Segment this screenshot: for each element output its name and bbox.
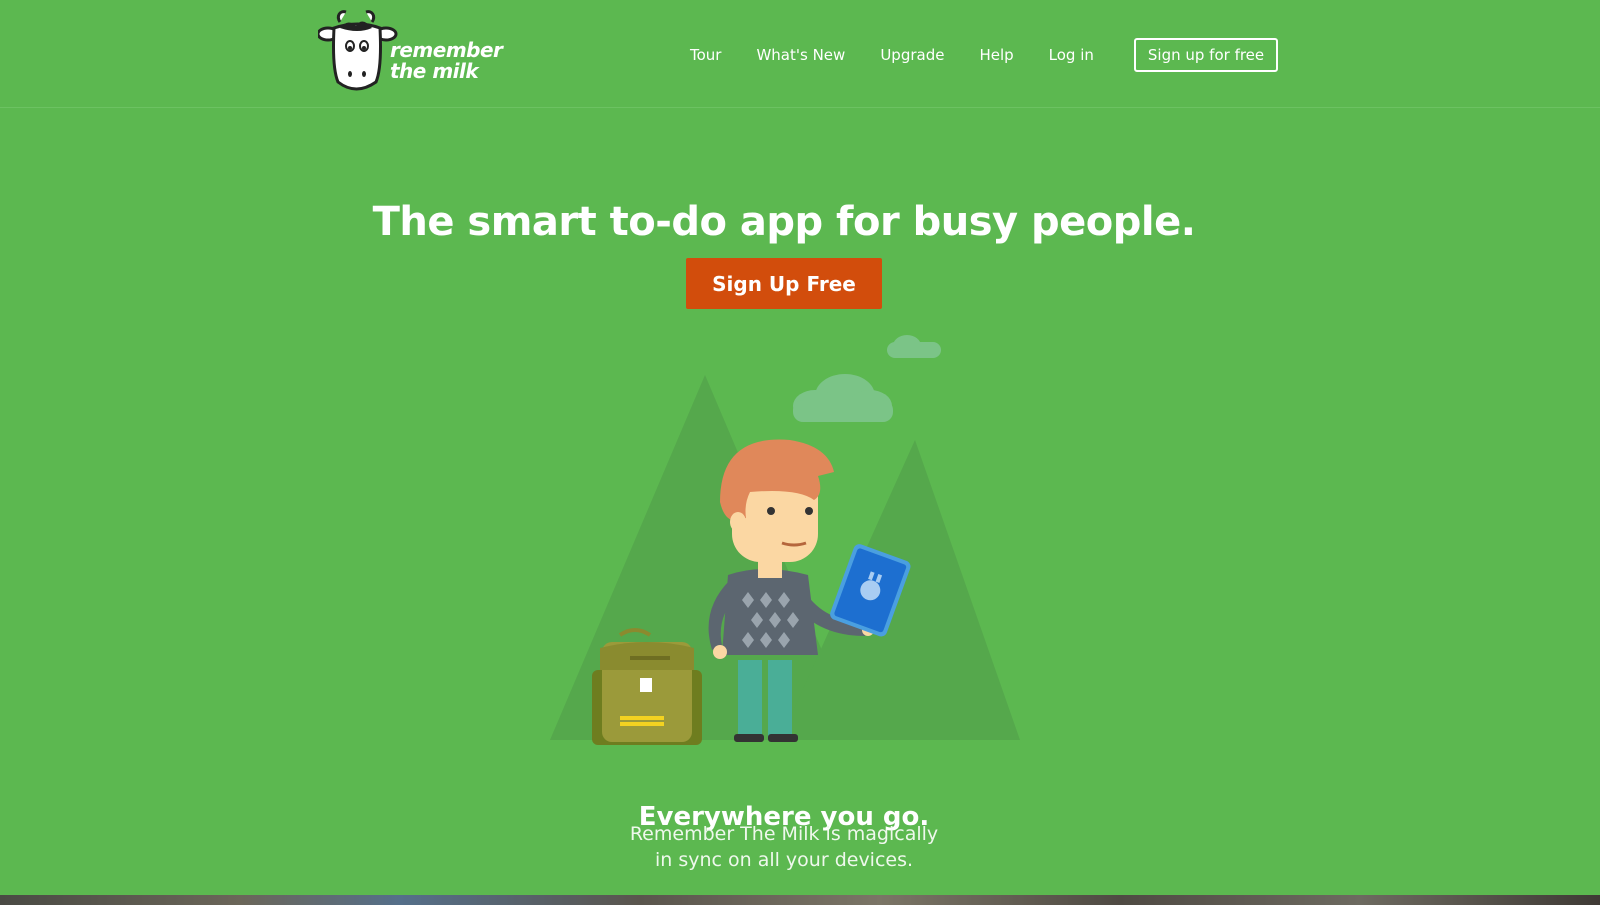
nav-whats-new[interactable]: What's New [756, 40, 845, 70]
feature-line-1: Remember The Milk is magically [629, 823, 939, 845]
logo-line-1: remember [390, 38, 503, 62]
cow-head-icon [316, 10, 398, 91]
site-header: remember the milk Tour What's New Upgrad… [0, 0, 1600, 108]
nav-upgrade[interactable]: Upgrade [880, 40, 944, 70]
cloud-icon [887, 335, 941, 358]
main-nav: Tour What's New Upgrade Help Log in Sign… [690, 38, 1279, 72]
hero-illustration [550, 335, 1020, 745]
page: remember the milk Tour What's New Upgrad… [0, 0, 1600, 905]
hero-title: The smart to-do app for busy people. [372, 198, 1196, 245]
logo[interactable]: remember the milk [316, 8, 508, 94]
nav-signup-button[interactable]: Sign up for free [1133, 38, 1279, 72]
nav-tour[interactable]: Tour [690, 40, 721, 70]
sign-up-free-button[interactable]: Sign Up Free [686, 258, 882, 309]
backpack-icon [592, 628, 702, 745]
nav-login[interactable]: Log in [1049, 40, 1094, 70]
next-section-preview [0, 895, 1600, 905]
feature-description: Remember The Milk is magically in sync o… [0, 821, 1568, 873]
nav-help[interactable]: Help [979, 40, 1013, 70]
cloud-icon [793, 374, 893, 422]
logo-wordmark: remember the milk [390, 38, 503, 83]
logo-line-2: the milk [390, 59, 479, 83]
feature-line-2: in sync on all your devices. [654, 849, 914, 871]
